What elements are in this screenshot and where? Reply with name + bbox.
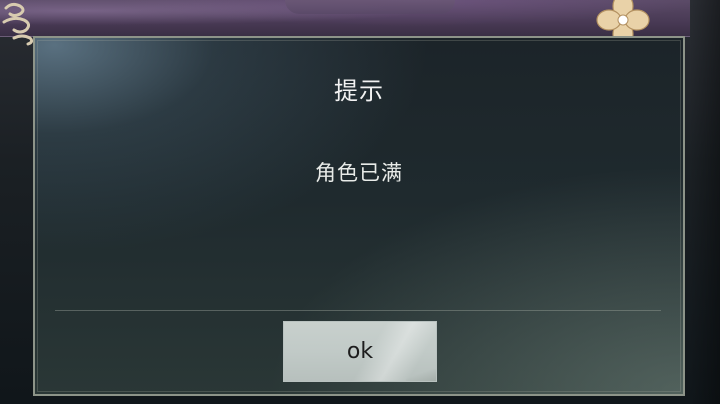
ok-button-label: ok <box>346 339 374 364</box>
dialog-divider <box>55 310 661 311</box>
banner-center-ornament <box>285 0 455 14</box>
game-screen: 提示 角色已满 ok <box>0 0 720 404</box>
ok-button[interactable]: ok <box>283 321 437 382</box>
background-edge <box>690 0 720 404</box>
button-corner-decoration <box>406 369 436 381</box>
alert-dialog: 提示 角色已满 ok <box>33 36 685 396</box>
dialog-title: 提示 <box>334 77 384 105</box>
dialog-message: 角色已满 <box>315 161 403 185</box>
top-banner <box>0 0 690 37</box>
